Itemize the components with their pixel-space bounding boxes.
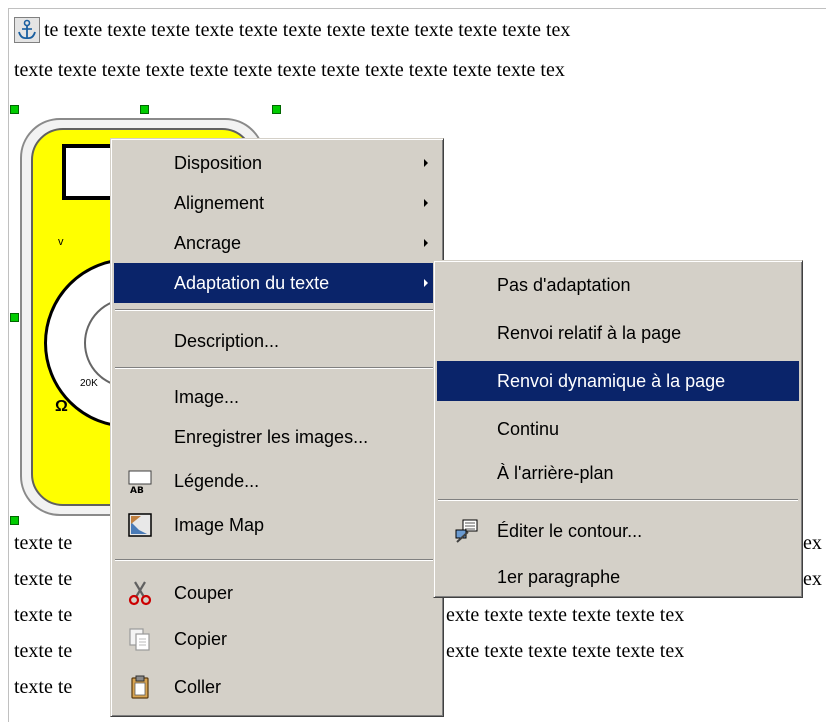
menu-separator — [115, 559, 439, 561]
menu-separator — [115, 367, 439, 369]
menu-separator — [115, 309, 439, 311]
menu-item-description[interactable]: Description... — [114, 321, 440, 361]
menu-item-label: Légende... — [174, 470, 260, 491]
submenu-arrow-icon — [424, 279, 428, 287]
menu-item-enregistrer-images[interactable]: Enregistrer les images... — [114, 417, 440, 457]
menu-item-label: Ancrage — [174, 232, 242, 253]
menu-item-label: 1er paragraphe — [497, 566, 621, 587]
menu-item-label: Continu — [497, 418, 560, 439]
doc-text-right: ex — [803, 568, 822, 590]
meter-ohm-label: Ω — [55, 398, 68, 415]
menu-item-label: Disposition — [174, 152, 263, 173]
submenu-arrow-icon — [424, 199, 428, 207]
paste-icon — [127, 674, 153, 700]
doc-text-left: texte te — [14, 604, 73, 626]
menu-item-image-map[interactable]: Image Map — [114, 505, 440, 545]
resize-handle-bottom-left[interactable] — [10, 516, 19, 525]
submenu-item-arriere-plan[interactable]: À l'arrière-plan — [437, 453, 799, 493]
doc-text-right: ex — [803, 532, 822, 554]
menu-item-ancrage[interactable]: Ancrage — [114, 223, 440, 263]
svg-text:AB: AB — [130, 486, 144, 494]
doc-text-left: texte te — [14, 640, 73, 662]
doc-text-line-2: texte texte texte texte texte texte text… — [14, 59, 565, 81]
submenu-item-editer-contour[interactable]: Éditer le contour... — [437, 511, 799, 551]
menu-item-label: Couper — [174, 582, 234, 603]
resize-handle-top[interactable] — [140, 105, 149, 114]
menu-item-copier[interactable]: Copier — [114, 619, 440, 659]
context-menu: Disposition Alignement Ancrage Adaptatio… — [110, 138, 444, 717]
image-map-icon — [127, 512, 153, 538]
menu-item-label: Copier — [174, 628, 228, 649]
copy-icon — [127, 626, 153, 652]
menu-item-alignement[interactable]: Alignement — [114, 183, 440, 223]
doc-text-left: texte te — [14, 676, 73, 698]
submenu-item-continu[interactable]: Continu — [437, 409, 799, 449]
resize-handle-left[interactable] — [10, 313, 19, 322]
submenu-arrow-icon — [424, 159, 428, 167]
menu-item-label: Renvoi dynamique à la page — [497, 370, 726, 391]
submenu-arrow-icon — [424, 239, 428, 247]
resize-handle-top-left[interactable] — [10, 105, 19, 114]
menu-item-label: Adaptation du texte — [174, 272, 330, 293]
menu-item-legende[interactable]: AB Légende... — [114, 461, 440, 501]
page-border-left — [8, 8, 9, 722]
contour-edit-icon — [454, 518, 480, 544]
caption-icon: AB — [127, 468, 153, 496]
doc-text-left: texte te — [14, 568, 73, 590]
submenu-item-renvoi-relatif[interactable]: Renvoi relatif à la page — [437, 313, 799, 353]
menu-item-couper[interactable]: Couper — [114, 573, 440, 613]
submenu-item-1er-paragraphe[interactable]: 1er paragraphe — [437, 557, 799, 597]
scissors-icon — [127, 580, 153, 606]
doc-text-left: texte te — [14, 532, 73, 554]
meter-range-label: 20K — [80, 378, 98, 389]
menu-item-label: Image... — [174, 386, 240, 407]
text-wrap-submenu: Pas d'adaptation Renvoi relatif à la pag… — [433, 260, 803, 598]
meter-v-label: v — [58, 236, 64, 248]
menu-item-label: Alignement — [174, 192, 265, 213]
doc-text-right: exte texte texte texte texte tex — [446, 604, 685, 626]
submenu-item-renvoi-dynamique[interactable]: Renvoi dynamique à la page — [437, 361, 799, 401]
menu-item-coller[interactable]: Coller — [114, 667, 440, 707]
submenu-item-pas-d-adaptation[interactable]: Pas d'adaptation — [437, 265, 799, 305]
menu-item-disposition[interactable]: Disposition — [114, 143, 440, 183]
menu-item-label: Image Map — [174, 514, 265, 535]
menu-item-label: Pas d'adaptation — [497, 274, 631, 295]
menu-item-adaptation-du-texte[interactable]: Adaptation du texte — [114, 263, 440, 303]
page-border-top — [8, 8, 826, 9]
menu-item-label: Enregistrer les images... — [174, 426, 369, 447]
menu-item-label: Éditer le contour... — [497, 520, 643, 541]
menu-item-image[interactable]: Image... — [114, 377, 440, 417]
menu-item-label: Coller — [174, 676, 222, 697]
menu-separator — [438, 499, 798, 501]
menu-item-label: Description... — [174, 330, 280, 351]
menu-item-label: À l'arrière-plan — [497, 462, 614, 483]
doc-text-line-1: te texte texte texte texte texte texte t… — [44, 19, 571, 41]
doc-text-right: exte texte texte texte texte tex — [446, 640, 685, 662]
menu-item-label: Renvoi relatif à la page — [497, 322, 682, 343]
anchor-icon[interactable] — [14, 17, 40, 43]
resize-handle-top-right[interactable] — [272, 105, 281, 114]
